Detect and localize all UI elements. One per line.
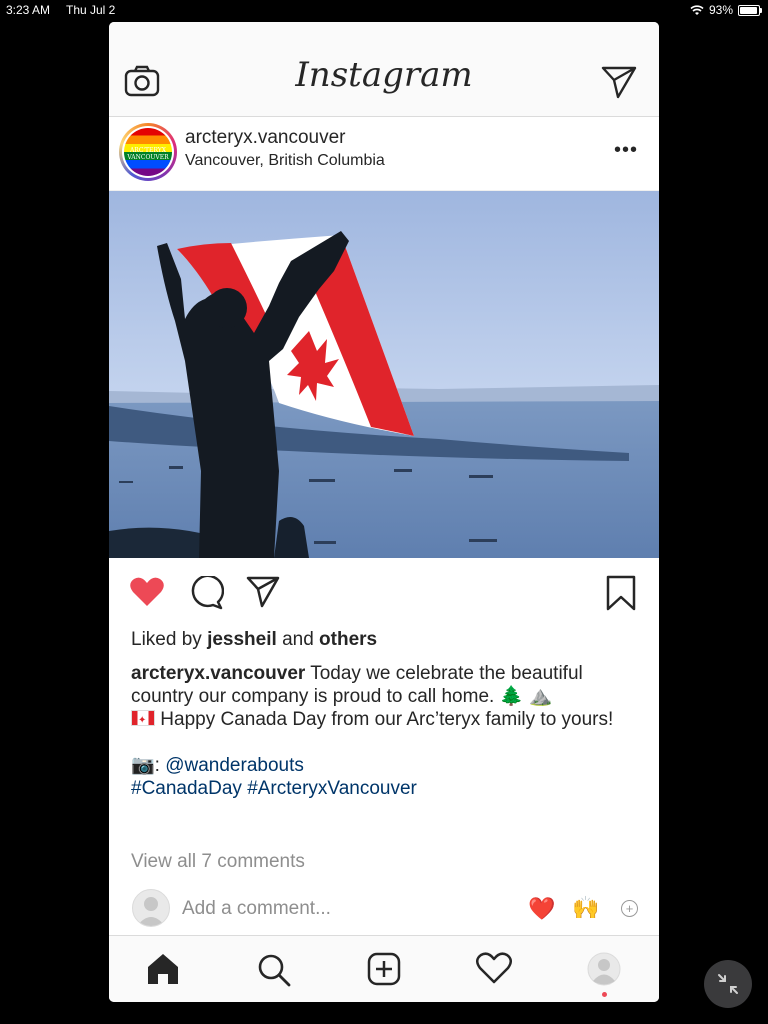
add-comment-row: Add a comment... ❤️ 🙌 + <box>109 884 659 934</box>
liked-by-user[interactable]: jessheil <box>207 629 277 650</box>
comment-input[interactable]: Add a comment... <box>182 898 331 920</box>
battery-fill <box>740 6 757 14</box>
liked-by-and: and <box>282 629 314 650</box>
instagram-logo: Instagram <box>295 55 473 95</box>
wifi-icon <box>690 4 704 15</box>
photo-credit-prefix: 📷: <box>131 755 160 776</box>
share-icon[interactable] <box>245 575 281 609</box>
caption-line-1: arcteryx.vancouver Today we celebrate th… <box>131 662 643 708</box>
status-right: 93% <box>690 3 762 17</box>
add-post-icon[interactable] <box>367 952 401 986</box>
status-bar: 3:23 AM Thu Jul 2 93% <box>0 0 768 20</box>
top-bar: Instagram <box>109 22 659 117</box>
heart-icon[interactable] <box>129 576 165 608</box>
minimize-button[interactable] <box>704 960 752 1008</box>
caption-line-2-text: Happy Canada Day from our Arc’teryx fami… <box>160 709 614 730</box>
photo-credit: 📷: @wanderabouts <box>131 754 643 777</box>
activity-heart-icon[interactable] <box>476 952 512 984</box>
status-date: Thu Jul 2 <box>66 3 116 17</box>
avatar-image: ARC'TERYX VANCOUVER <box>122 126 174 178</box>
photo-canvas <box>109 191 659 558</box>
direct-message-icon[interactable] <box>600 65 638 99</box>
post-caption: arcteryx.vancouver Today we celebrate th… <box>131 662 643 800</box>
comment-icon[interactable] <box>188 576 224 610</box>
post-location[interactable]: Vancouver, British Columbia <box>185 152 385 170</box>
likes-line: Liked by jessheil and others <box>131 629 377 651</box>
canada-flag-icon <box>131 709 155 732</box>
view-all-comments[interactable]: View all 7 comments <box>131 851 305 873</box>
more-reactions-icon[interactable]: + <box>621 900 638 917</box>
quick-reaction-heart[interactable]: ❤️ <box>528 896 555 922</box>
instagram-window: Instagram ARC'TERYX VANCOUVER arcteryx.v… <box>109 22 659 1002</box>
liked-by-prefix: Liked by <box>131 629 202 650</box>
bookmark-icon[interactable] <box>605 575 637 611</box>
battery-icon <box>738 4 762 16</box>
battery-percent: 93% <box>708 3 733 17</box>
profile-icon[interactable] <box>587 952 621 986</box>
photo-credit-handle[interactable]: @wanderabouts <box>165 755 304 776</box>
caption-line-2: Happy Canada Day from our Arc’teryx fami… <box>131 708 643 732</box>
hashtags[interactable]: #CanadaDay #ArcteryxVancouver <box>131 777 643 800</box>
avatar-brand-text: ARC'TERYX VANCOUVER <box>127 147 169 161</box>
post-header: ARC'TERYX VANCOUVER arcteryx.vancouver V… <box>109 117 659 191</box>
caption-username[interactable]: arcteryx.vancouver <box>131 663 305 684</box>
my-avatar-icon <box>132 889 170 927</box>
more-options-icon[interactable]: ••• <box>614 140 638 160</box>
profile-notification-dot <box>602 992 607 997</box>
quick-reaction-hands[interactable]: 🙌 <box>572 895 599 921</box>
post-avatar[interactable]: ARC'TERYX VANCOUVER <box>119 123 177 181</box>
minimize-arrows-icon <box>718 974 738 994</box>
status-time: 3:23 AM <box>6 3 51 17</box>
liked-by-others[interactable]: others <box>319 629 377 650</box>
post-photo[interactable] <box>109 191 659 558</box>
home-icon[interactable] <box>146 952 180 986</box>
tab-bar <box>109 935 659 1002</box>
search-icon[interactable] <box>256 952 292 988</box>
post-username[interactable]: arcteryx.vancouver <box>185 127 346 149</box>
post-actions <box>109 573 659 617</box>
